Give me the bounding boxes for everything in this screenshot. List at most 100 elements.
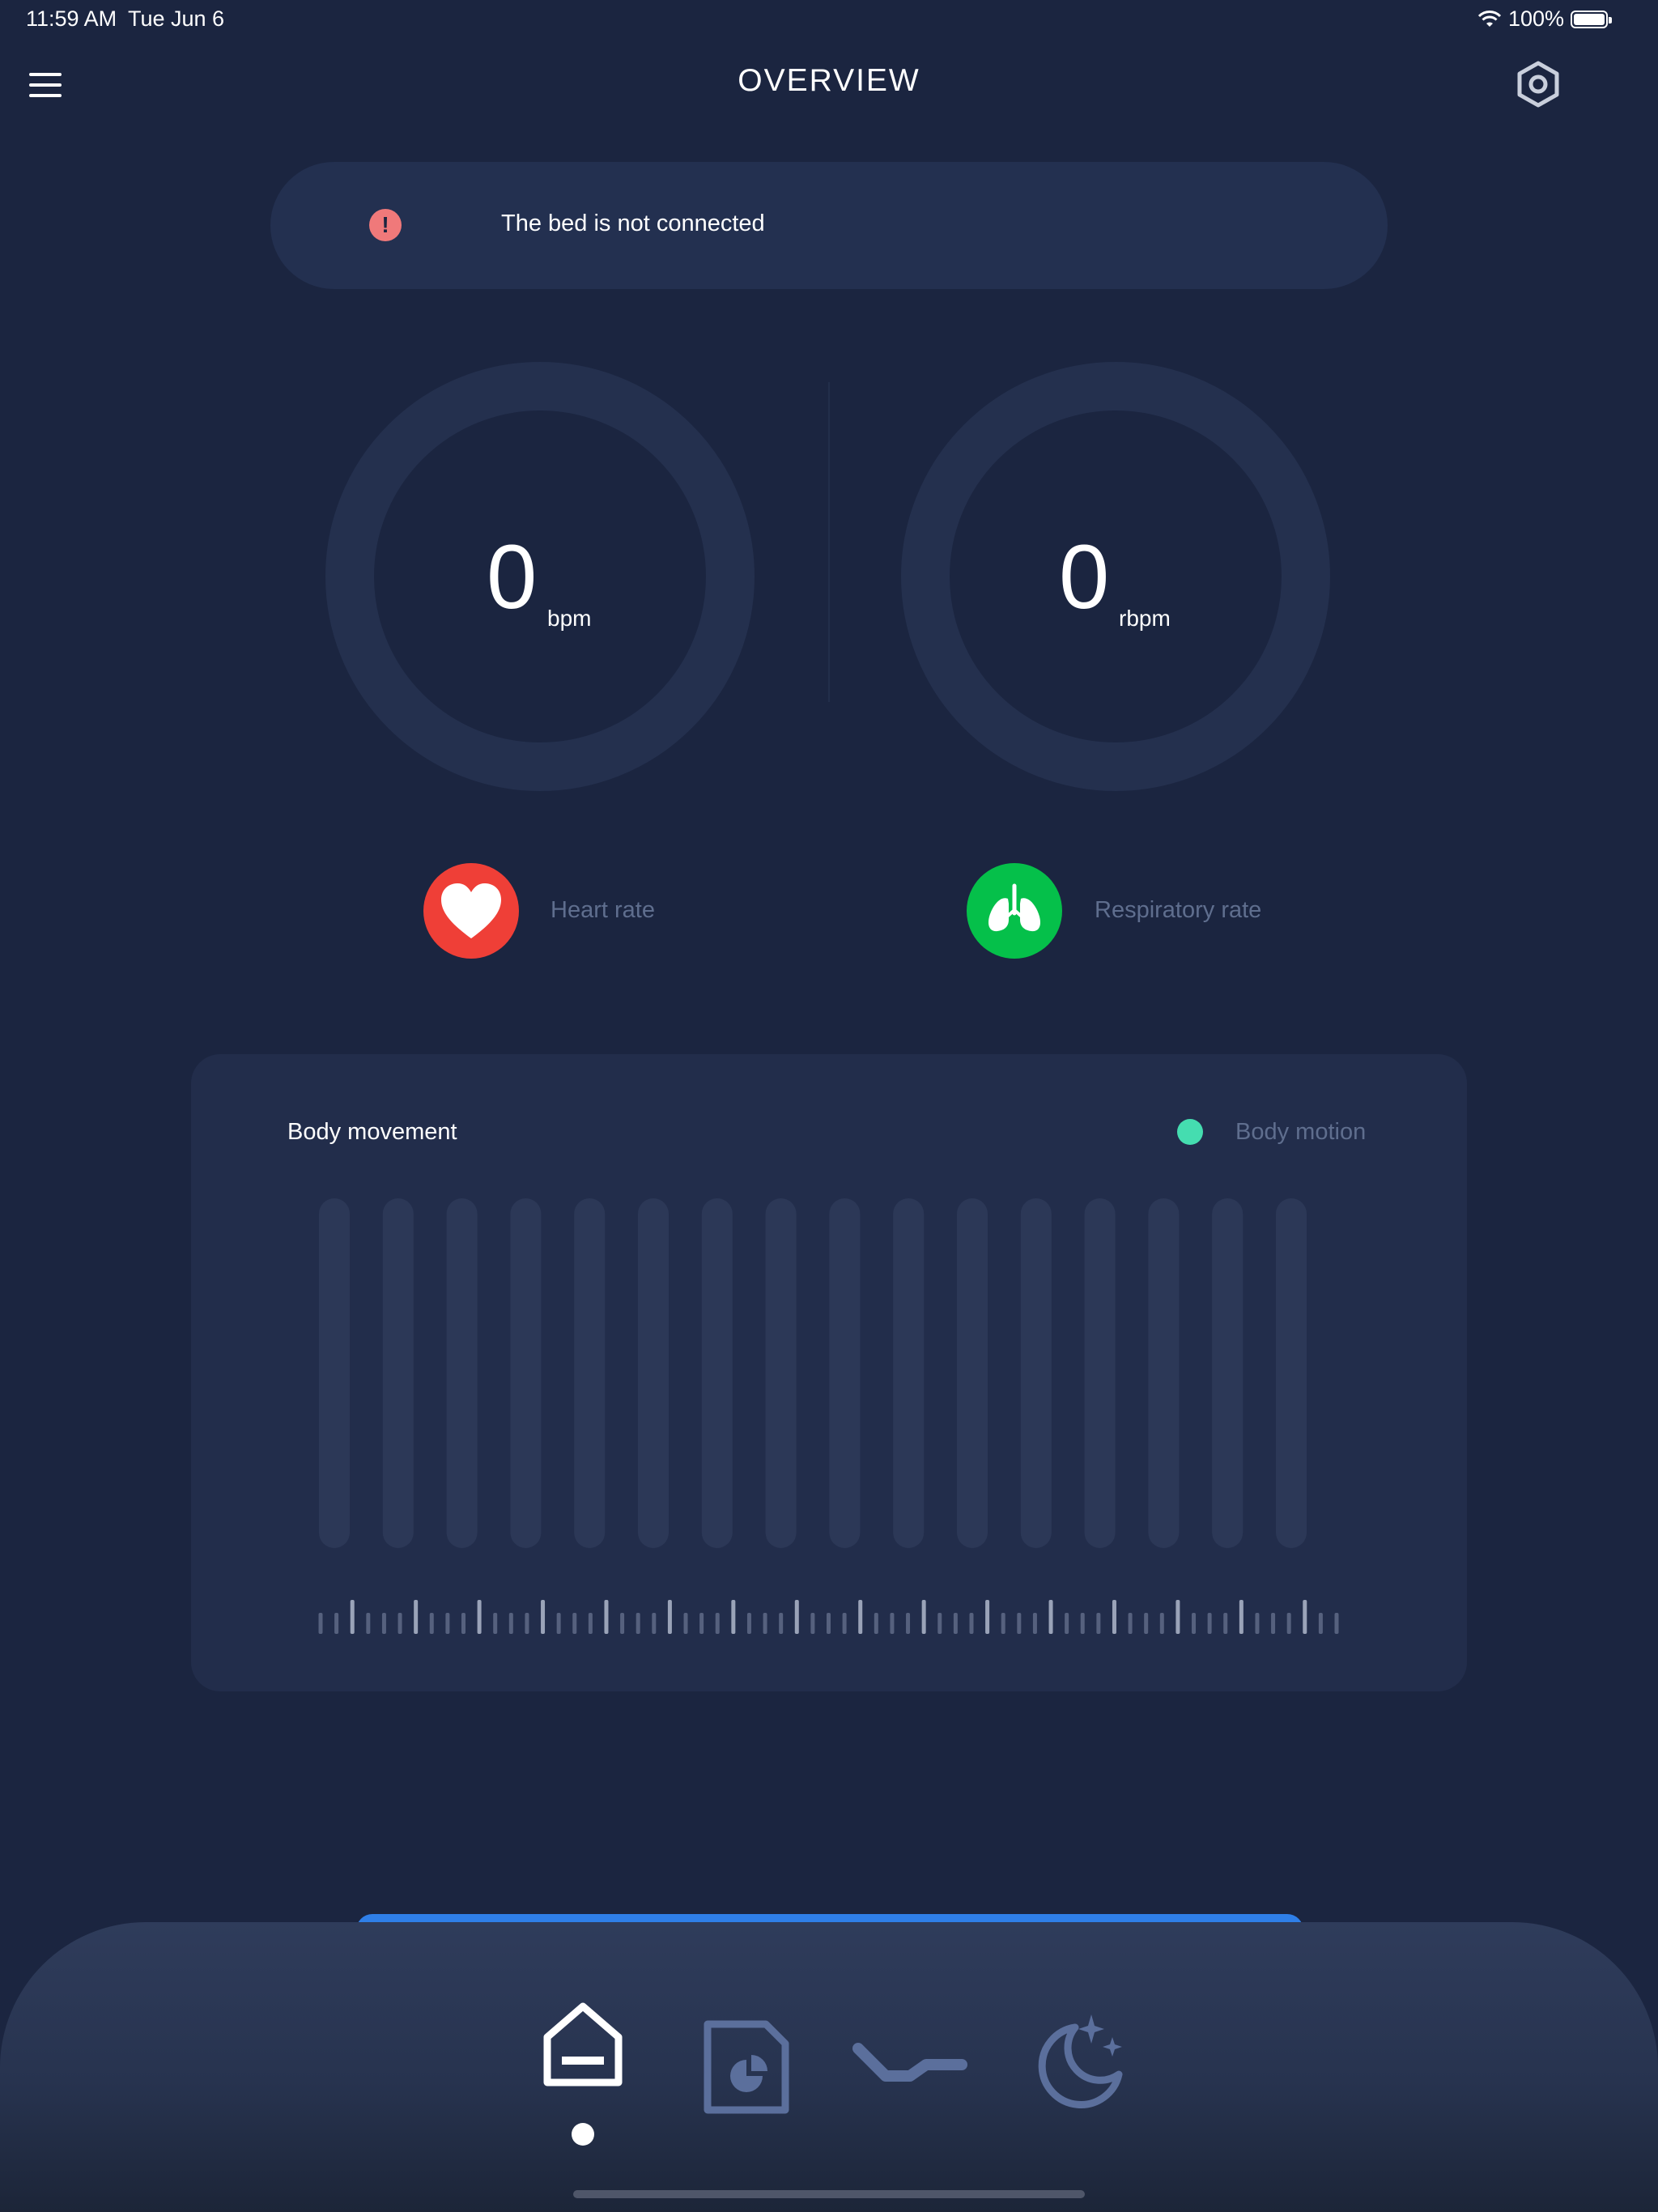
active-tab-indicator (572, 2123, 594, 2146)
bar-track (638, 1198, 669, 1548)
axis-tick (683, 1613, 688, 1634)
axis-tick (937, 1613, 942, 1634)
axis-tick (842, 1613, 847, 1634)
connection-status-text: The bed is not connected (501, 211, 765, 236)
hexagon-settings-icon[interactable] (1516, 60, 1561, 108)
bar-track (1212, 1198, 1244, 1548)
axis-tick (508, 1613, 513, 1634)
axis-tick (715, 1613, 720, 1634)
gauge-divider (828, 382, 830, 702)
heart-rate-unit: bpm (547, 606, 592, 631)
axis-tick (921, 1600, 926, 1634)
axis-tick (1255, 1613, 1260, 1634)
axis-tick (1192, 1613, 1197, 1634)
axis-tick (652, 1613, 657, 1634)
alert-icon: ! (369, 209, 402, 241)
bed-position-icon[interactable] (852, 2039, 970, 2094)
lungs-icon (967, 863, 1062, 959)
axis-tick (1334, 1613, 1339, 1634)
status-bar: 11:59 AM Tue Jun 6 100% (0, 0, 1658, 39)
axis-tick (874, 1613, 878, 1634)
bar-track (1276, 1198, 1307, 1548)
axis-tick (810, 1613, 815, 1634)
axis-tick (763, 1613, 767, 1634)
axis-tick (858, 1600, 863, 1634)
bar-track (510, 1198, 542, 1548)
bar-track (893, 1198, 925, 1548)
home-indicator-bar (573, 2190, 1085, 2198)
axis-tick (1032, 1613, 1037, 1634)
respiratory-rate-gauge (901, 362, 1330, 791)
respiratory-rate-label: Respiratory rate (1095, 897, 1262, 923)
bar-track (574, 1198, 606, 1548)
tab-bar (0, 1922, 1658, 2212)
axis-tick (397, 1613, 402, 1634)
axis-tick (525, 1613, 529, 1634)
axis-tick (667, 1600, 672, 1634)
axis-tick (366, 1613, 371, 1634)
axis-tick (1303, 1600, 1307, 1634)
axis-tick (556, 1613, 561, 1634)
axis-tick (636, 1613, 640, 1634)
axis-tick (1318, 1613, 1323, 1634)
bar-track (382, 1198, 414, 1548)
axis-tick (429, 1613, 434, 1634)
axis-tick (477, 1600, 482, 1634)
axis-tick (985, 1600, 990, 1634)
bar-track (829, 1198, 861, 1548)
axis-tick (1017, 1613, 1022, 1634)
axis-tick (334, 1613, 339, 1634)
axis-tick (731, 1600, 736, 1634)
axis-tick (1223, 1613, 1228, 1634)
axis-tick (699, 1613, 704, 1634)
connection-banner[interactable]: ! The bed is not connected (270, 162, 1388, 289)
axis-tick (779, 1613, 784, 1634)
page-title: OVERVIEW (738, 63, 920, 98)
axis-tick (746, 1613, 751, 1634)
axis-tick (1128, 1613, 1133, 1634)
axis-tick (445, 1613, 450, 1634)
axis-tick (1239, 1600, 1244, 1634)
battery-icon (1571, 10, 1612, 28)
axis-tick (953, 1613, 958, 1634)
axis-tick (1271, 1613, 1276, 1634)
heart-rate-label: Heart rate (551, 897, 655, 923)
axis-tick (541, 1600, 546, 1634)
home-icon[interactable] (541, 2000, 625, 2087)
bar-track (1084, 1198, 1116, 1548)
status-right: 100% (1477, 6, 1612, 32)
axis-tick (1001, 1613, 1005, 1634)
heart-rate-gauge (325, 362, 755, 791)
bar-track (1020, 1198, 1052, 1548)
report-icon[interactable] (703, 2019, 790, 2115)
respiratory-rate-value: 0 (1059, 526, 1110, 627)
bar-track (1148, 1198, 1180, 1548)
axis-tick (414, 1600, 419, 1634)
overview-screen: 11:59 AM Tue Jun 6 100% OVERVIEW ! The b… (0, 0, 1658, 2212)
axis-tick (890, 1613, 895, 1634)
axis-tick (350, 1600, 355, 1634)
wifi-icon (1477, 10, 1502, 27)
bar-track (957, 1198, 988, 1548)
axis-tick (906, 1613, 911, 1634)
axis-tick (1112, 1600, 1116, 1634)
axis-tick (1048, 1600, 1053, 1634)
bar-track (701, 1198, 733, 1548)
moon-sleep-icon[interactable] (1025, 2010, 1130, 2115)
heart-rate-value: 0 (487, 526, 538, 627)
axis-tick (1207, 1613, 1212, 1634)
axis-tick (1080, 1613, 1085, 1634)
axis-tick (381, 1613, 386, 1634)
status-date: Tue Jun 6 (128, 6, 225, 31)
body-movement-chart (318, 1198, 1339, 1634)
axis-tick (318, 1613, 323, 1634)
respiratory-rate-unit: rbpm (1119, 606, 1171, 631)
bar-track (765, 1198, 797, 1548)
axis-tick (827, 1613, 831, 1634)
axis-tick (604, 1600, 609, 1634)
axis-tick (572, 1613, 577, 1634)
axis-tick (969, 1613, 974, 1634)
bar-track (319, 1198, 350, 1548)
bar-track (446, 1198, 478, 1548)
axis-tick (588, 1613, 593, 1634)
